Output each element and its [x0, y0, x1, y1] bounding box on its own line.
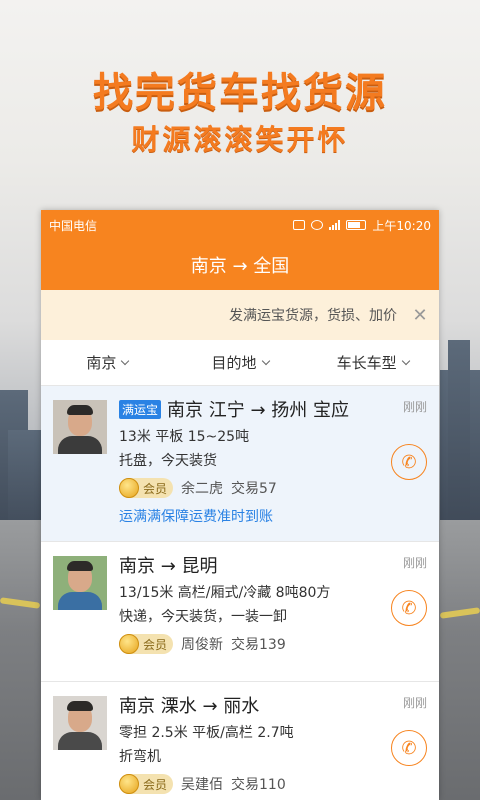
- avatar: [53, 696, 107, 750]
- member-badge: 会员: [119, 478, 174, 498]
- cargo-notes: 折弯机: [119, 749, 161, 765]
- list-item[interactable]: 满运宝 南京 江宁 → 扬州 宝应 13米 平板 15~25吨 托盘，今天装货 …: [41, 386, 439, 542]
- cargo-notes: 托盘，今天装货: [119, 453, 217, 469]
- phone-call-button[interactable]: ✆: [391, 730, 427, 766]
- post-time: 刚刚: [402, 400, 427, 414]
- filter-origin[interactable]: 南京: [41, 340, 174, 385]
- chevron-down-icon: [121, 356, 130, 365]
- member-badge: 会员: [119, 774, 174, 794]
- phone-icon: ✆: [401, 451, 417, 473]
- clock: 上午10:20: [372, 218, 431, 233]
- phone-call-button[interactable]: ✆: [391, 590, 427, 626]
- list-item[interactable]: 南京 溧水 → 丽水 零担 2.5米 平板/高栏 2.7吨 折弯机 会员 吴建佰…: [41, 682, 439, 800]
- phone-icon: ✆: [401, 597, 417, 619]
- cargo-spec: 13米 平板 15~25吨: [119, 429, 250, 445]
- cargo-notes: 快递，今天装货，一装一卸: [119, 609, 287, 625]
- medal-icon: [119, 774, 139, 794]
- avatar: [53, 556, 107, 610]
- filter-vehicle-label: 车长车型: [336, 354, 397, 372]
- notice-text: 发满运宝货源，货损、加价: [229, 308, 397, 324]
- post-time: 刚刚: [402, 556, 427, 570]
- alarm-icon: [311, 220, 324, 230]
- notice-banner[interactable]: 发满运宝货源，货损、加价 ✕: [41, 290, 439, 340]
- chevron-down-icon: [261, 356, 270, 365]
- list-item[interactable]: 南京 → 昆明 13/15米 高栏/厢式/冷藏 8吨80方 快递，今天装货，一装…: [41, 542, 439, 682]
- route-text: 南京 溧水 → 丽水: [119, 696, 260, 717]
- status-bar: 中国电信 上午10:20: [41, 210, 439, 240]
- member-badge: 会员: [119, 634, 174, 654]
- promo-headline: 找完货车找货源: [93, 70, 387, 116]
- phone-icon: ✆: [401, 737, 417, 759]
- page-title[interactable]: 南京 → 全国: [41, 240, 439, 290]
- filter-destination-label: 目的地: [211, 354, 257, 372]
- shipper-name: 余二虎: [181, 481, 224, 497]
- avatar: [53, 400, 107, 454]
- close-icon[interactable]: ✕: [411, 305, 429, 326]
- shipper-name: 周俊新: [181, 637, 224, 653]
- medal-icon: [119, 478, 139, 498]
- signal-icon: [329, 220, 341, 230]
- filter-origin-label: 南京: [86, 354, 117, 372]
- vibrate-icon: [293, 220, 306, 230]
- trade-count: 交易139: [231, 637, 286, 653]
- trade-count: 交易57: [231, 481, 277, 497]
- cargo-spec: 零担 2.5米 平板/高栏 2.7吨: [119, 725, 294, 741]
- trade-count: 交易110: [231, 777, 286, 793]
- route-text: 南京 → 昆明: [119, 556, 218, 577]
- chevron-down-icon: [401, 356, 410, 365]
- filter-destination[interactable]: 目的地: [174, 340, 307, 385]
- manyunbao-badge: 满运宝: [119, 399, 162, 419]
- cargo-spec: 13/15米 高栏/厢式/冷藏 8吨80方: [119, 585, 331, 601]
- filter-vehicle[interactable]: 车长车型: [306, 340, 439, 385]
- carrier-label: 中国电信: [49, 218, 98, 233]
- guarantee-text: 运满满保障运费准时到账: [119, 509, 273, 525]
- cargo-list: 满运宝 南京 江宁 → 扬州 宝应 13米 平板 15~25吨 托盘，今天装货 …: [41, 386, 439, 800]
- route-text: 南京 江宁 → 扬州 宝应: [167, 400, 349, 421]
- medal-icon: [119, 634, 139, 654]
- phone-screen: 中国电信 上午10:20 南京 → 全国 发满运宝货源，货损、加价 ✕ 南京 目…: [41, 210, 439, 800]
- phone-call-button[interactable]: ✆: [391, 444, 427, 480]
- shipper-name: 吴建佰: [181, 777, 224, 793]
- battery-icon: [346, 220, 367, 230]
- post-time: 刚刚: [402, 696, 427, 710]
- promo-subline: 财源滚滚笑开怀: [131, 123, 349, 156]
- filter-bar: 南京 目的地 车长车型: [41, 340, 439, 386]
